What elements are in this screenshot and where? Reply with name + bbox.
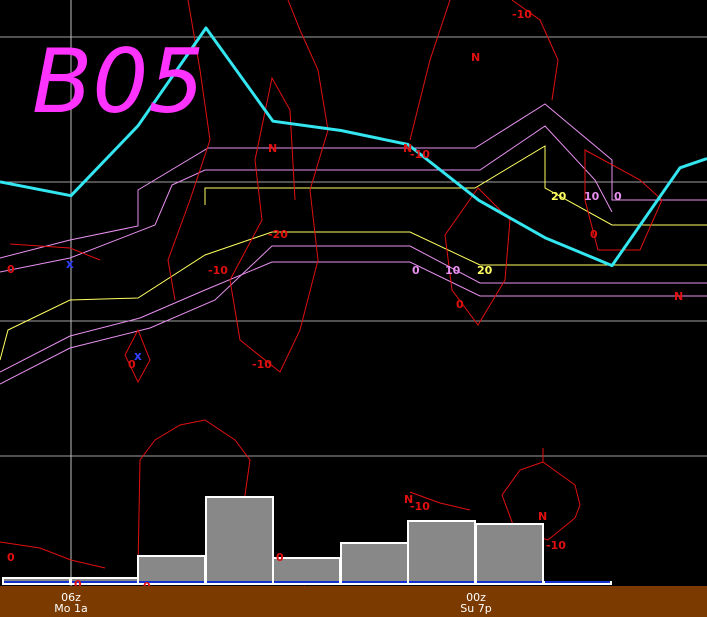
contour-line-red xyxy=(444,187,511,326)
contour-label: 0 xyxy=(7,263,15,276)
tick-label-06z: 06z Mo 1a xyxy=(41,592,101,614)
contour-label: -10 xyxy=(546,539,566,552)
contour-label: 20 xyxy=(477,264,493,277)
markers: xx xyxy=(66,257,142,363)
contour-line-red xyxy=(229,0,329,373)
time-axis: 06z Mo 1a 00z Su 7p xyxy=(0,586,707,617)
contour-line-yellow xyxy=(204,145,707,226)
contour-label: -10 xyxy=(208,264,228,277)
contour-label: 0 xyxy=(74,578,82,586)
contour-label: -10 xyxy=(410,500,430,513)
contour-label: -10 xyxy=(252,358,272,371)
tick-label-day: Mo 1a xyxy=(54,602,88,615)
contour-label: 0 xyxy=(412,264,420,277)
tick-label-day: Su 7p xyxy=(460,602,492,615)
contour-label: N xyxy=(538,510,547,523)
contour-label: -10 xyxy=(410,148,430,161)
contour-label: 10 xyxy=(445,264,461,277)
precip-bar xyxy=(205,496,274,585)
contour-label: -20 xyxy=(268,228,288,241)
contour-label: N xyxy=(674,290,683,303)
contour-line-pink xyxy=(0,245,707,385)
contour-label: 0 xyxy=(614,190,622,203)
contour-label: 10 xyxy=(584,190,600,203)
contour-label: 20 xyxy=(551,190,567,203)
precip-bar xyxy=(475,523,544,585)
contour-label: 0 xyxy=(590,228,598,241)
contour-line-red xyxy=(409,0,451,141)
precip-bar xyxy=(340,542,409,585)
marker-x-icon: x xyxy=(66,257,74,271)
contour-line-red xyxy=(0,541,106,569)
precip-bars xyxy=(2,496,612,585)
station-label: B05 xyxy=(32,30,204,133)
tick-label-00z: 00z Su 7p xyxy=(446,592,506,614)
contour-label: 0 xyxy=(276,551,284,564)
contour-line-pink xyxy=(0,261,707,373)
contour-label: N xyxy=(268,142,277,155)
precip-bar xyxy=(407,520,476,585)
contour-label: -10 xyxy=(512,8,532,21)
contour-label: N xyxy=(471,51,480,64)
contour-label: 0 xyxy=(456,298,464,311)
contour-label: 0 xyxy=(7,551,15,564)
meteogram-plot: -10NN N-1020 10 00-200 -10 0 10 200N0 -10N-10N-1… xyxy=(0,0,707,586)
marker-x-icon: x xyxy=(134,349,142,363)
